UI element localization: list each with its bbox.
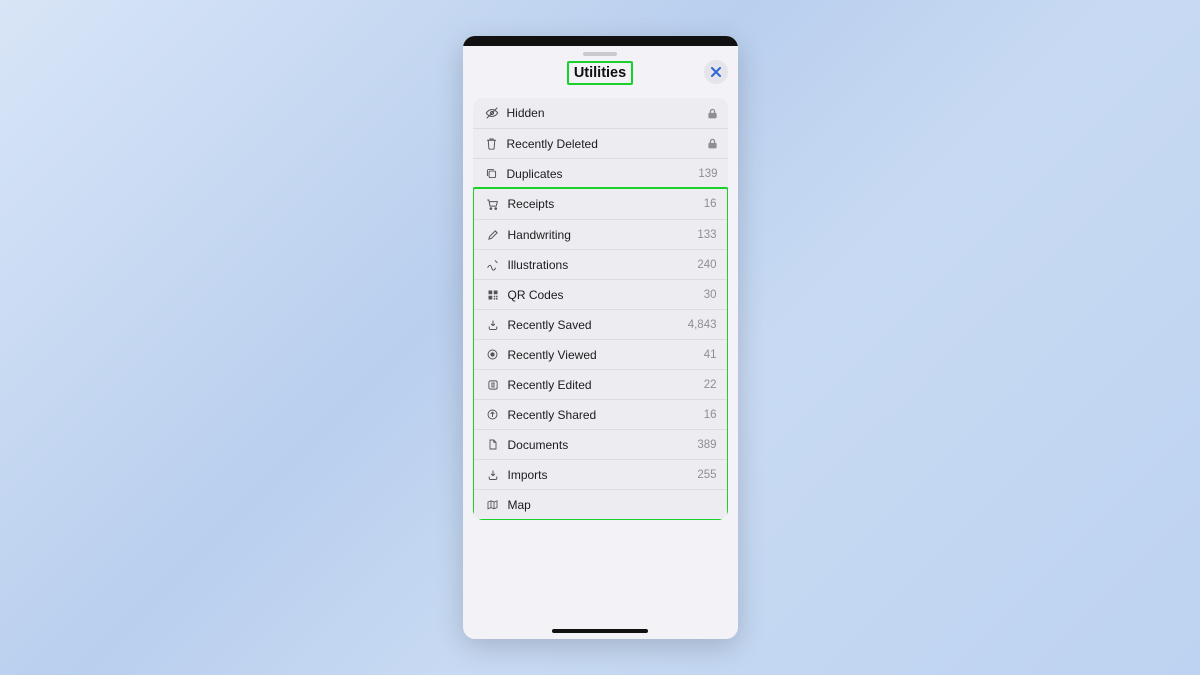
row-count: 133 (697, 229, 716, 241)
row-map[interactable]: Map (474, 489, 727, 519)
row-count: 22 (704, 379, 717, 391)
edit-square-icon (484, 379, 502, 391)
phone-frame: Utilities Hidden Recently Deleted (463, 36, 738, 639)
sheet-grabber[interactable] (463, 46, 738, 58)
eye-slash-icon (483, 106, 501, 120)
row-label: Recently Viewed (502, 348, 704, 362)
row-label: Map (502, 498, 717, 512)
close-icon (711, 67, 721, 77)
row-label: Recently Edited (502, 378, 704, 392)
row-label: Duplicates (501, 167, 699, 181)
close-button[interactable] (704, 60, 728, 84)
document-icon (484, 438, 502, 451)
cart-icon (484, 198, 502, 211)
trash-icon (483, 137, 501, 150)
lock-icon (707, 108, 718, 119)
row-illustrations[interactable]: Illustrations 240 (474, 249, 727, 279)
row-label: Imports (502, 468, 698, 482)
row-duplicates[interactable]: Duplicates 139 (473, 158, 728, 188)
row-count: 255 (697, 469, 716, 481)
row-label: Recently Deleted (501, 137, 707, 151)
row-count: 30 (704, 289, 717, 301)
row-handwriting[interactable]: Handwriting 133 (474, 219, 727, 249)
import-tray-icon (484, 469, 502, 481)
row-receipts[interactable]: Receipts 16 (474, 189, 727, 219)
row-label: Documents (502, 438, 698, 452)
row-count: 139 (698, 168, 717, 180)
row-count: 16 (704, 409, 717, 421)
row-label: Illustrations (502, 258, 698, 272)
eye-circle-icon (484, 348, 502, 361)
home-indicator[interactable] (552, 629, 648, 633)
row-count: 389 (697, 439, 716, 451)
download-tray-icon (484, 319, 502, 331)
row-recently-deleted[interactable]: Recently Deleted (473, 128, 728, 158)
row-count: 16 (704, 198, 717, 210)
row-count: 240 (697, 259, 716, 271)
share-circle-icon (484, 408, 502, 421)
row-recently-viewed[interactable]: Recently Viewed 41 (474, 339, 727, 369)
row-hidden[interactable]: Hidden (473, 98, 728, 128)
row-recently-shared[interactable]: Recently Shared 16 (474, 399, 727, 429)
row-recently-edited[interactable]: Recently Edited 22 (474, 369, 727, 399)
qrcode-icon (484, 289, 502, 301)
row-count: 4,843 (688, 319, 717, 331)
row-label: Recently Shared (502, 408, 704, 422)
lock-icon (707, 138, 718, 149)
row-label: Receipts (502, 197, 704, 211)
duplicate-icon (483, 167, 501, 180)
highlighted-rows: Receipts 16 Handwriting 133 Illustration… (473, 187, 728, 520)
device-top-strip (463, 36, 738, 46)
row-count: 41 (704, 349, 717, 361)
row-recently-saved[interactable]: Recently Saved 4,843 (474, 309, 727, 339)
utilities-list: Hidden Recently Deleted Duplicates 139 (473, 98, 728, 520)
row-label: Handwriting (502, 228, 698, 242)
row-label: Recently Saved (502, 318, 688, 332)
row-documents[interactable]: Documents 389 (474, 429, 727, 459)
row-label: Hidden (501, 106, 707, 120)
sheet-title: Utilities (574, 65, 626, 81)
scribble-icon (484, 258, 502, 271)
row-label: QR Codes (502, 288, 704, 302)
pencil-icon (484, 229, 502, 241)
row-imports[interactable]: Imports 255 (474, 459, 727, 489)
map-icon (484, 499, 502, 511)
title-highlight: Utilities (567, 61, 633, 86)
sheet-header: Utilities (463, 58, 738, 88)
row-qr-codes[interactable]: QR Codes 30 (474, 279, 727, 309)
